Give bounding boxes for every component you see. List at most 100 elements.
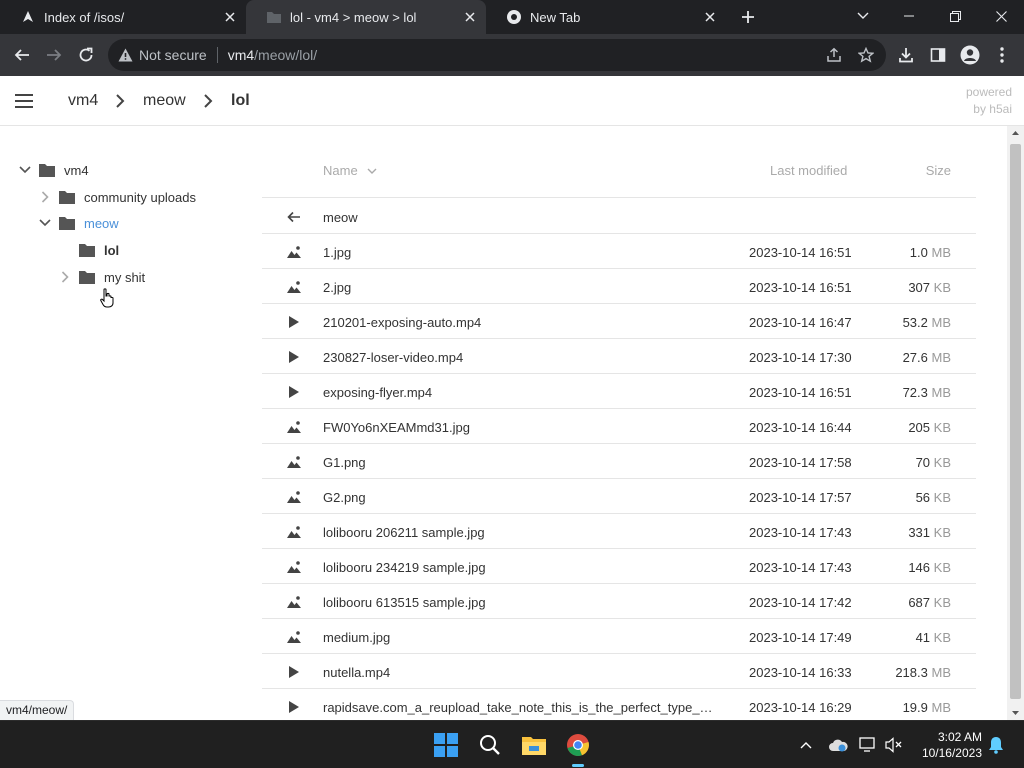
tree-item-my-shit[interactable]: my shit <box>58 265 145 289</box>
file-size: 41 KB <box>916 630 951 645</box>
file-modified: 2023-10-14 16:44 <box>749 420 852 435</box>
image-icon <box>286 524 302 540</box>
tab-new-tab[interactable]: New Tab <box>486 0 726 34</box>
tree-item-vm4[interactable]: vm4 <box>18 158 89 182</box>
not-secure-indicator[interactable]: Not secure <box>118 47 207 63</box>
file-size-unit: KB <box>933 630 951 645</box>
taskbar-clock[interactable]: 3:02 AM 10/16/2023 <box>922 729 982 761</box>
file-size-unit: KB <box>933 280 951 295</box>
vertical-scrollbar[interactable] <box>1007 126 1024 720</box>
tab-index-isos[interactable]: Index of /isos/ <box>0 0 246 34</box>
download-icon[interactable] <box>892 41 920 69</box>
folder-icon <box>59 217 75 230</box>
file-row[interactable]: FW0Yo6nXEAMmd31.jpg 2023-10-14 16:44 205 K… <box>262 409 976 444</box>
profile-avatar-icon[interactable] <box>956 41 984 69</box>
bookmark-star-icon[interactable] <box>852 41 880 69</box>
tab-close-icon[interactable] <box>462 9 478 25</box>
file-name: exposing-flyer.mp4 <box>323 385 433 400</box>
kebab-menu-icon[interactable] <box>988 41 1016 69</box>
column-modified-header[interactable]: Last modified <box>770 163 847 178</box>
tree-item-meow[interactable]: meow <box>38 211 119 235</box>
file-size-value: 1.0 <box>909 245 928 260</box>
file-size-unit: KB <box>933 595 951 610</box>
image-icon <box>286 419 302 435</box>
chevron-down-icon[interactable] <box>18 163 32 177</box>
scroll-thumb[interactable] <box>1010 144 1021 699</box>
tree-item-community-uploads[interactable]: community uploads <box>38 185 196 209</box>
file-row[interactable]: 230827-loser-video.mp4 2023-10-14 17:30 27… <box>262 339 976 374</box>
file-size-unit: KB <box>933 490 951 505</box>
image-icon <box>286 279 302 295</box>
powered-by-h5ai[interactable]: powered by h5ai <box>966 84 1012 118</box>
scroll-up-arrow-icon[interactable] <box>1007 126 1024 140</box>
file-name: lolibooru 206211 sample.jpg <box>323 525 485 540</box>
tree-item-lol[interactable]: lol <box>58 238 119 262</box>
file-row[interactable]: exposing-flyer.mp4 2023-10-14 16:51 72.3 M… <box>262 374 976 409</box>
breadcrumb-lol[interactable]: lol <box>231 92 250 110</box>
parent-folder-name: meow <box>323 210 358 225</box>
file-size: 72.3 MB <box>903 385 951 400</box>
side-panel-icon[interactable] <box>924 41 952 69</box>
file-row[interactable]: lolibooru 234219 sample.jpg 2023-10-14 17… <box>262 549 976 584</box>
reload-icon[interactable] <box>72 41 100 69</box>
file-row[interactable]: medium.jpg 2023-10-14 17:49 41 KB <box>262 619 976 654</box>
folder-icon <box>39 164 55 177</box>
new-tab-plus-icon[interactable] <box>736 5 760 29</box>
windows-start-icon[interactable] <box>428 727 464 763</box>
share-icon[interactable] <box>820 41 848 69</box>
restore-icon[interactable] <box>932 0 978 32</box>
file-row[interactable]: 210201-exposing-auto.mp4 2023-10-14 16:47… <box>262 304 976 339</box>
back-arrow-icon[interactable] <box>8 41 36 69</box>
column-size-header[interactable]: Size <box>926 163 951 178</box>
page-viewport: vm4 meow lol powered by h5ai vm4 communi… <box>0 76 1024 720</box>
file-size: 19.9 MB <box>903 700 951 715</box>
tab-close-icon[interactable] <box>702 9 718 25</box>
file-row[interactable]: lolibooru 613515 sample.jpg 2023-10-14 17… <box>262 584 976 619</box>
tab-close-icon[interactable] <box>222 9 238 25</box>
notification-bell-icon[interactable] <box>986 735 1006 755</box>
network-icon[interactable] <box>858 735 878 755</box>
address-bar[interactable]: Not secure vm4/meow/lol/ <box>108 39 886 71</box>
image-icon <box>286 244 302 260</box>
file-size-unit: KB <box>933 525 951 540</box>
breadcrumb-chevron-icon <box>203 94 213 108</box>
file-modified: 2023-10-14 17:58 <box>749 455 852 470</box>
volume-muted-icon[interactable] <box>884 735 904 755</box>
breadcrumb-meow[interactable]: meow <box>143 92 186 110</box>
file-row[interactable]: G2.png 2023-10-14 17:57 56 KB <box>262 479 976 514</box>
file-size-value: 19.9 <box>902 700 928 715</box>
address-divider <box>216 47 218 63</box>
file-row[interactable]: rapidsave.com_a_reupload_take_note_this_… <box>262 689 976 720</box>
chevron-right-icon[interactable] <box>58 270 72 284</box>
play-icon <box>286 699 302 715</box>
chrome-app-icon[interactable] <box>560 727 596 767</box>
close-window-icon[interactable] <box>978 0 1024 32</box>
scroll-down-arrow-icon[interactable] <box>1007 706 1024 720</box>
column-name-header[interactable]: Name <box>323 163 377 178</box>
parent-folder-row[interactable]: meow <box>262 199 976 234</box>
file-row[interactable]: 1.jpg 2023-10-14 16:51 1.0 MB <box>262 234 976 269</box>
minimize-icon[interactable] <box>886 0 932 32</box>
file-size-unit: KB <box>933 455 951 470</box>
breadcrumb-vm4[interactable]: vm4 <box>68 92 98 110</box>
tab-search-chevron-icon[interactable] <box>840 0 886 32</box>
file-row[interactable]: G1.png 2023-10-14 17:58 70 KB <box>262 444 976 479</box>
file-row[interactable]: nutella.mp4 2023-10-14 16:33 218.3 MB <box>262 654 976 689</box>
tray-overflow-chevron-icon[interactable] <box>796 735 816 755</box>
file-row[interactable]: 2.jpg 2023-10-14 16:51 307 KB <box>262 269 976 304</box>
search-icon[interactable] <box>472 727 508 763</box>
chevron-down-icon[interactable] <box>38 216 52 230</box>
tree-item-label: my shit <box>104 269 146 285</box>
tree-item-label: lol <box>104 242 120 258</box>
chevron-right-icon[interactable] <box>38 190 52 204</box>
forward-arrow-icon[interactable] <box>40 41 68 69</box>
tree-item-label: community uploads <box>84 189 196 205</box>
file-explorer-icon[interactable] <box>516 727 552 763</box>
hamburger-menu-icon[interactable] <box>14 92 34 110</box>
tab-lol[interactable]: lol - vm4 > meow > lol <box>246 0 486 34</box>
file-modified: 2023-10-14 16:51 <box>749 385 852 400</box>
browser-toolbar: Not secure vm4/meow/lol/ <box>0 34 1024 76</box>
onedrive-cloud-icon[interactable] <box>828 735 848 755</box>
file-row[interactable]: lolibooru 206211 sample.jpg 2023-10-14 17… <box>262 514 976 549</box>
file-modified: 2023-10-14 17:30 <box>749 350 852 365</box>
